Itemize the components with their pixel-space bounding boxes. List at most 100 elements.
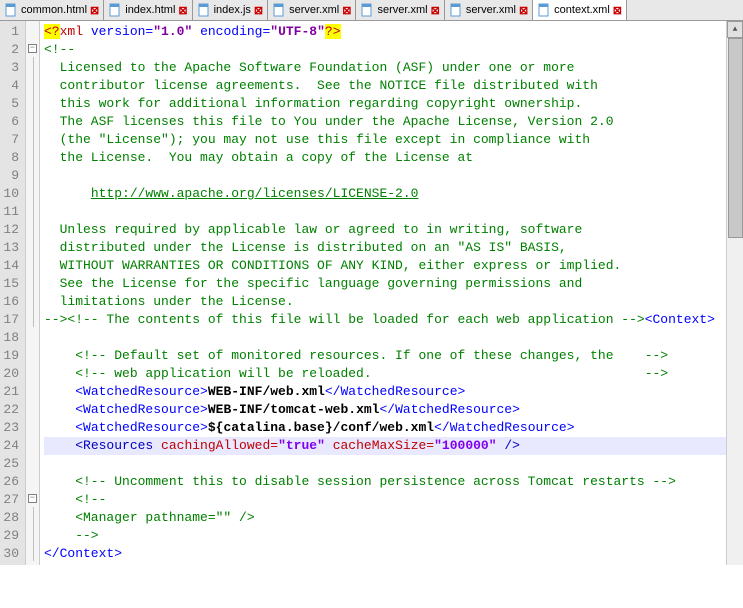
fold-row xyxy=(26,57,39,75)
scroll-thumb[interactable] xyxy=(728,38,743,238)
fold-line xyxy=(33,291,34,309)
fold-line xyxy=(33,57,34,75)
fold-line xyxy=(33,525,34,543)
line-number: 11 xyxy=(3,203,19,221)
line-number: 7 xyxy=(3,131,19,149)
tab-label: server.xml xyxy=(289,4,339,16)
code-line xyxy=(44,203,726,221)
fold-line xyxy=(33,273,34,291)
fold-row xyxy=(26,183,39,201)
close-icon[interactable]: ⊠ xyxy=(431,4,440,17)
close-icon[interactable]: ⊠ xyxy=(613,4,622,17)
file-icon xyxy=(449,3,463,17)
code-line: <!-- web application will be reloaded. -… xyxy=(44,365,726,383)
code-line: <WatchedResource>${catalina.base}/conf/w… xyxy=(44,419,726,437)
line-gutter: 1234567891011121314151617181920212223242… xyxy=(0,21,26,565)
code-line: The ASF licenses this file to You under … xyxy=(44,113,726,131)
fold-line xyxy=(33,255,34,273)
code-line: the License. You may obtain a copy of th… xyxy=(44,149,726,167)
fold-gutter: −− xyxy=(26,21,40,565)
line-number: 25 xyxy=(3,455,19,473)
line-number: 3 xyxy=(3,59,19,77)
file-icon xyxy=(4,3,18,17)
close-icon[interactable]: ⊠ xyxy=(254,4,263,17)
line-number: 28 xyxy=(3,509,19,527)
tab-bar: common.html⊠index.html⊠index.js⊠server.x… xyxy=(0,0,743,21)
tab[interactable]: server.xml⊠ xyxy=(445,0,533,20)
code-line: --><!-- The contents of this file will b… xyxy=(44,311,726,329)
code-area[interactable]: <?xml version="1.0" encoding="UTF-8"?> <… xyxy=(40,21,726,565)
code-line: Licensed to the Apache Software Foundati… xyxy=(44,59,726,77)
fold-row xyxy=(26,129,39,147)
line-number: 9 xyxy=(3,167,19,185)
fold-toggle-icon[interactable]: − xyxy=(28,44,37,53)
fold-line xyxy=(33,165,34,183)
fold-row xyxy=(26,291,39,309)
line-number: 23 xyxy=(3,419,19,437)
file-icon xyxy=(197,3,211,17)
close-icon[interactable]: ⊠ xyxy=(342,4,351,17)
close-icon[interactable]: ⊠ xyxy=(178,4,187,17)
file-icon xyxy=(537,3,551,17)
line-number: 21 xyxy=(3,383,19,401)
fold-line xyxy=(33,93,34,111)
scroll-up-button[interactable]: ▲ xyxy=(727,21,743,38)
fold-line xyxy=(33,543,34,561)
file-icon xyxy=(360,3,374,17)
tab[interactable]: index.js⊠ xyxy=(193,0,269,20)
editor-area: 1234567891011121314151617181920212223242… xyxy=(0,21,743,565)
tab-label: index.html xyxy=(125,4,175,16)
fold-row xyxy=(26,435,39,453)
tab[interactable]: server.xml ⊠ xyxy=(356,0,444,20)
file-icon xyxy=(108,3,122,17)
fold-row xyxy=(26,525,39,543)
code-line: <!-- xyxy=(44,491,726,509)
fold-line xyxy=(33,201,34,219)
line-number: 27 xyxy=(3,491,19,509)
fold-row xyxy=(26,201,39,219)
tab-label: common.html xyxy=(21,4,87,16)
tab[interactable]: context.xml⊠ xyxy=(533,0,627,20)
code-line: <WatchedResource>WEB-INF/tomcat-web.xml<… xyxy=(44,401,726,419)
code-line: --> xyxy=(44,527,726,545)
close-icon[interactable]: ⊠ xyxy=(519,4,528,17)
line-number: 17 xyxy=(3,311,19,329)
tab[interactable]: common.html⊠ xyxy=(0,0,104,20)
line-number: 6 xyxy=(3,113,19,131)
close-icon[interactable]: ⊠ xyxy=(90,4,99,17)
fold-line xyxy=(33,237,34,255)
fold-row xyxy=(26,93,39,111)
file-icon xyxy=(272,3,286,17)
line-number: 8 xyxy=(3,149,19,167)
code-line: <Manager pathname="" /> xyxy=(44,509,726,527)
fold-line xyxy=(33,219,34,237)
code-line: <?xml version="1.0" encoding="UTF-8"?> xyxy=(44,23,726,41)
vertical-scrollbar[interactable]: ▲ xyxy=(726,21,743,565)
tab-label: context.xml xyxy=(554,4,610,16)
code-line: See the License for the specific languag… xyxy=(44,275,726,293)
code-line: http://www.apache.org/licenses/LICENSE-2… xyxy=(44,185,726,203)
line-number: 19 xyxy=(3,347,19,365)
tab-label: server.xml xyxy=(377,4,427,16)
fold-line xyxy=(33,507,34,525)
tab[interactable]: index.html⊠ xyxy=(104,0,192,20)
tab[interactable]: server.xml⊠ xyxy=(268,0,356,20)
line-number: 1 xyxy=(3,23,19,41)
code-line: <!-- Uncomment this to disable session p… xyxy=(44,473,726,491)
code-line: contributor license agreements. See the … xyxy=(44,77,726,95)
fold-line xyxy=(33,183,34,201)
fold-row xyxy=(26,345,39,363)
line-number: 12 xyxy=(3,221,19,239)
fold-row xyxy=(26,219,39,237)
fold-row xyxy=(26,147,39,165)
fold-toggle-icon[interactable]: − xyxy=(28,494,37,503)
line-number: 30 xyxy=(3,545,19,563)
code-line: Unless required by applicable law or agr… xyxy=(44,221,726,239)
fold-row xyxy=(26,399,39,417)
code-line: (the "License"); you may not use this fi… xyxy=(44,131,726,149)
code-line: this work for additional information reg… xyxy=(44,95,726,113)
code-line-highlighted: <Resources cachingAllowed="true" cacheMa… xyxy=(44,437,726,455)
tab-label: server.xml xyxy=(466,4,516,16)
code-line xyxy=(44,329,726,347)
fold-row xyxy=(26,327,39,345)
